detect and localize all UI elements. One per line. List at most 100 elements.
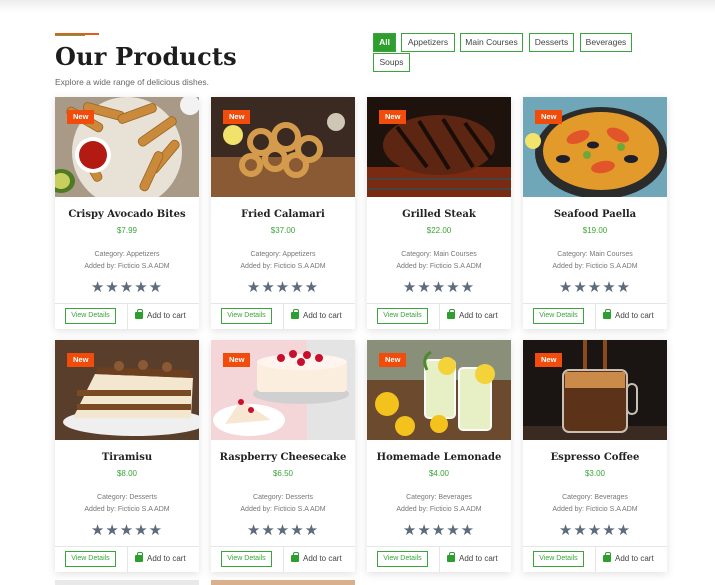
- add-to-cart-button[interactable]: Add to cart: [135, 552, 186, 565]
- view-details-button[interactable]: View Details: [221, 551, 272, 567]
- product-category: Category: Main Courses: [401, 251, 477, 258]
- card-actions: View Details Add to cart: [55, 303, 199, 330]
- product-name: Tiramisu: [101, 452, 153, 463]
- product-category: Category: Desserts: [253, 494, 313, 501]
- product-price: $19.00: [582, 226, 608, 235]
- add-to-cart-label: Add to cart: [147, 311, 186, 320]
- filter-desserts-button[interactable]: Desserts: [529, 33, 574, 52]
- product-category: Category: Appetizers: [250, 251, 316, 258]
- filter-all-button[interactable]: All: [373, 33, 396, 52]
- product-name: Seafood Paella: [553, 209, 637, 220]
- new-badge: New: [379, 353, 407, 367]
- product-card: New Crispy Avocado Bites $7.99 Category:…: [55, 97, 199, 330]
- view-details-button[interactable]: View Details: [377, 551, 428, 567]
- product-card: New Tiramisu $8.00 Category: Desserts Ad…: [55, 340, 199, 573]
- product-category: Category: Appetizers: [94, 251, 160, 258]
- product-name: Homemade Lemonade: [376, 452, 502, 463]
- view-details-button[interactable]: View Details: [533, 551, 584, 567]
- product-price: $22.00: [426, 226, 452, 235]
- top-shadow: [0, 0, 715, 12]
- card-actions: View Details Add to cart: [211, 303, 355, 330]
- product-image[interactable]: New: [523, 97, 667, 197]
- product-name: Crispy Avocado Bites: [68, 209, 186, 220]
- rating-stars[interactable]: ★★★★★: [523, 278, 667, 296]
- shopping-bag-icon: [603, 309, 611, 319]
- view-details-button[interactable]: View Details: [65, 551, 116, 567]
- action-divider: [595, 547, 596, 573]
- card-actions: View Details Add to cart: [211, 546, 355, 573]
- product-image[interactable]: New: [55, 97, 199, 197]
- new-badge: New: [67, 353, 95, 367]
- shopping-bag-icon: [291, 552, 299, 562]
- rating-stars[interactable]: ★★★★★: [367, 521, 511, 539]
- action-divider: [595, 304, 596, 330]
- action-divider: [439, 547, 440, 573]
- add-to-cart-label: Add to cart: [615, 554, 654, 563]
- product-added-by: Added by: Ficticio S.A ADM: [396, 506, 482, 513]
- view-details-button[interactable]: View Details: [65, 308, 116, 324]
- add-to-cart-label: Add to cart: [303, 554, 342, 563]
- rating-stars[interactable]: ★★★★★: [55, 278, 199, 296]
- product-image[interactable]: New: [367, 97, 511, 197]
- new-badge: New: [67, 110, 95, 124]
- card-actions: View Details Add to cart: [367, 303, 511, 330]
- shopping-bag-icon: [291, 309, 299, 319]
- title-accent-line: [55, 33, 99, 36]
- shopping-bag-icon: [447, 309, 455, 319]
- next-row-card-edge: [211, 580, 355, 585]
- product-image[interactable]: New: [367, 340, 511, 440]
- card-actions: View Details Add to cart: [523, 546, 667, 573]
- add-to-cart-label: Add to cart: [615, 311, 654, 320]
- rating-stars[interactable]: ★★★★★: [523, 521, 667, 539]
- action-divider: [127, 547, 128, 573]
- card-actions: View Details Add to cart: [367, 546, 511, 573]
- filter-soups-button[interactable]: Soups: [373, 53, 410, 72]
- product-name: Fried Calamari: [241, 209, 325, 220]
- shopping-bag-icon: [135, 309, 143, 319]
- add-to-cart-button[interactable]: Add to cart: [603, 552, 654, 565]
- rating-stars[interactable]: ★★★★★: [367, 278, 511, 296]
- rating-stars[interactable]: ★★★★★: [211, 521, 355, 539]
- action-divider: [439, 304, 440, 330]
- product-name: Espresso Coffee: [550, 452, 640, 463]
- filter-appetizers-button[interactable]: Appetizers: [401, 33, 455, 52]
- product-card: New Espresso Coffee $3.00 Category: Beve…: [523, 340, 667, 573]
- add-to-cart-label: Add to cart: [147, 554, 186, 563]
- product-category: Category: Desserts: [97, 494, 157, 501]
- action-divider: [127, 304, 128, 330]
- next-row-card-edge: [55, 580, 199, 585]
- page-title: Our Products: [55, 42, 237, 71]
- add-to-cart-button[interactable]: Add to cart: [291, 552, 342, 565]
- product-card: New Homemade Lemonade $4.00 Category: Be…: [367, 340, 511, 573]
- product-image[interactable]: New: [211, 340, 355, 440]
- product-image[interactable]: New: [55, 340, 199, 440]
- product-name: Raspberry Cheesecake: [219, 452, 347, 463]
- new-badge: New: [223, 353, 251, 367]
- rating-stars[interactable]: ★★★★★: [55, 521, 199, 539]
- new-badge: New: [223, 110, 251, 124]
- add-to-cart-button[interactable]: Add to cart: [447, 552, 498, 565]
- product-added-by: Added by: Ficticio S.A ADM: [396, 263, 482, 270]
- add-to-cart-button[interactable]: Add to cart: [291, 309, 342, 322]
- add-to-cart-button[interactable]: Add to cart: [447, 309, 498, 322]
- filter-beverages-button[interactable]: Beverages: [580, 33, 632, 52]
- product-added-by: Added by: Ficticio S.A ADM: [240, 263, 326, 270]
- shopping-bag-icon: [447, 552, 455, 562]
- view-details-button[interactable]: View Details: [221, 308, 272, 324]
- view-details-button[interactable]: View Details: [377, 308, 428, 324]
- shopping-bag-icon: [135, 552, 143, 562]
- product-image[interactable]: New: [211, 97, 355, 197]
- add-to-cart-label: Add to cart: [459, 311, 498, 320]
- rating-stars[interactable]: ★★★★★: [211, 278, 355, 296]
- add-to-cart-button[interactable]: Add to cart: [603, 309, 654, 322]
- action-divider: [283, 304, 284, 330]
- product-added-by: Added by: Ficticio S.A ADM: [552, 263, 638, 270]
- add-to-cart-button[interactable]: Add to cart: [135, 309, 186, 322]
- product-price: $37.00: [270, 226, 296, 235]
- view-details-button[interactable]: View Details: [533, 308, 584, 324]
- product-added-by: Added by: Ficticio S.A ADM: [240, 506, 326, 513]
- add-to-cart-label: Add to cart: [459, 554, 498, 563]
- filter-main-courses-button[interactable]: Main Courses: [460, 33, 523, 52]
- product-image[interactable]: New: [523, 340, 667, 440]
- new-badge: New: [535, 353, 563, 367]
